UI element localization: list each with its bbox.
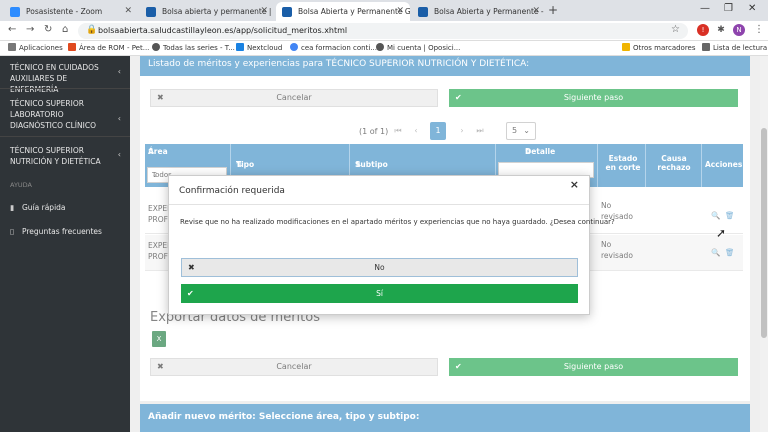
extension-icon[interactable]: ! <box>697 24 709 36</box>
back-icon[interactable]: ← <box>8 24 16 35</box>
bookmark-label: Área de ROM - Pet... <box>79 44 150 52</box>
browser-tab-bar: Posasistente - Zoom ✕ Bolsa abierta y pe… <box>0 0 768 21</box>
window-close-icon[interactable]: ✕ <box>748 3 756 14</box>
url-field[interactable]: 🔒 bolsaabierta.saludcastillayleon.es/app… <box>78 23 688 39</box>
folder-icon <box>68 43 76 51</box>
divider <box>0 136 130 137</box>
bookmark-label: Mi cuenta | Oposici... <box>387 44 461 52</box>
lock-icon: 🔒 <box>86 25 98 35</box>
divider <box>0 88 130 89</box>
menu-icon[interactable]: ⋮ <box>754 24 764 35</box>
site-icon <box>146 7 156 17</box>
tab-label: Bolsa Abierta y Permanente Ges <box>298 7 410 16</box>
button-label: No <box>374 263 385 272</box>
chevron-left-icon: ‹ <box>117 114 121 123</box>
tab-label: Posasistente - Zoom <box>26 7 103 16</box>
tab-bolsa-pro[interactable]: Bolsa abierta y permanente | Pro ✕ <box>140 2 274 21</box>
apps-grid-icon <box>8 43 16 51</box>
yes-button[interactable]: ✔ Sí <box>181 284 578 303</box>
tab-bolsa-alta[interactable]: Bolsa Abierta y Permanente - Alt ✕ <box>412 2 546 21</box>
sidebar-section-title: AYUDA <box>10 181 33 189</box>
sidebar-item-guia[interactable]: ▮ Guía rápida <box>10 202 125 213</box>
google-icon <box>290 43 298 51</box>
bookmark-rom[interactable]: Área de ROM - Pet... <box>68 43 149 52</box>
scrollbar[interactable] <box>760 56 768 432</box>
sidebar-item-label: Preguntas frecuentes <box>22 227 102 236</box>
dialog-title: Confirmación requerida <box>179 186 285 196</box>
close-icon[interactable]: ✕ <box>532 6 540 16</box>
close-icon[interactable]: ✕ <box>124 6 132 16</box>
site-icon <box>418 7 428 17</box>
avatar[interactable]: N <box>733 24 745 36</box>
bookmark-apps[interactable]: Aplicaciones <box>8 43 63 52</box>
bookmark-star-icon[interactable]: ☆ <box>671 24 680 35</box>
url-text: bolsaabierta.saludcastillayleon.es/app/s… <box>98 26 348 35</box>
tab-label: Bolsa abierta y permanente | Pro <box>162 7 274 16</box>
new-tab-button[interactable]: + <box>548 3 558 17</box>
no-button[interactable]: ✖ No <box>181 258 578 277</box>
cloud-icon <box>236 43 244 51</box>
forward-icon[interactable]: → <box>26 24 34 35</box>
globe-icon <box>152 43 160 51</box>
sidebar-item-nutricion[interactable]: TÉCNICO SUPERIOR NUTRICIÓN Y DIETÉTICA ‹ <box>10 145 125 167</box>
maximize-icon[interactable]: ❐ <box>724 3 733 14</box>
close-icon[interactable]: ✕ <box>396 6 404 16</box>
folder-icon <box>622 43 630 51</box>
reload-icon[interactable]: ↻ <box>44 24 52 35</box>
bookmark-cea[interactable]: cea formacion conti... <box>290 43 377 52</box>
sidebar-item-tcae[interactable]: TÉCNICO EN CUIDADOS AUXILIARES DE ENFERM… <box>10 62 125 95</box>
divider <box>169 204 589 205</box>
bookmark-label: Todas las series - T... <box>163 44 235 52</box>
bookmark-series[interactable]: Todas las series - T... <box>152 43 235 52</box>
book-icon: ▮ <box>10 203 15 212</box>
sidebar-item-label: Guía rápida <box>22 203 66 212</box>
sidebar-item-label: TÉCNICO SUPERIOR LABORATORIO DIAGNÓSTICO… <box>10 99 96 130</box>
sidebar-item-laboratorio[interactable]: TÉCNICO SUPERIOR LABORATORIO DIAGNÓSTICO… <box>10 98 125 131</box>
bookmark-label: cea formacion conti... <box>301 44 377 52</box>
tab-label: Bolsa Abierta y Permanente - Alt <box>434 7 546 16</box>
bookmark-oposiciones[interactable]: Mi cuenta | Oposici... <box>376 43 460 52</box>
dialog-message: Revise que no ha realizado modificacione… <box>180 218 615 226</box>
reading-list[interactable]: Lista de lectura <box>702 43 767 52</box>
minimize-icon[interactable]: — <box>700 3 710 14</box>
mouse-cursor-icon: ➚ <box>716 226 727 240</box>
sidebar-item-label: TÉCNICO EN CUIDADOS AUXILIARES DE ENFERM… <box>10 63 99 94</box>
home-icon[interactable]: ⌂ <box>62 24 68 35</box>
document-icon: ▯ <box>10 227 15 236</box>
bookmark-label: Aplicaciones <box>19 44 63 52</box>
chevron-left-icon: ‹ <box>117 67 121 76</box>
puzzle-icon[interactable]: ✱ <box>715 24 727 36</box>
button-label: Sí <box>376 289 383 298</box>
site-icon <box>282 7 292 17</box>
tab-zoom[interactable]: Posasistente - Zoom ✕ <box>4 2 138 21</box>
bookmark-label: Otros marcadores <box>633 44 696 52</box>
sidebar: TÉCNICO EN CUIDADOS AUXILIARES DE ENFERM… <box>0 56 130 432</box>
chevron-left-icon: ‹ <box>117 150 121 159</box>
bookmark-nextcloud[interactable]: Nextcloud <box>236 43 282 52</box>
bookmarks-bar: Aplicaciones Área de ROM - Pet... Todas … <box>0 41 768 56</box>
reading-list-icon <box>702 43 710 51</box>
bookmark-label: Lista de lectura <box>713 44 768 52</box>
zoom-icon <box>10 7 20 17</box>
close-icon: ✖ <box>188 263 195 272</box>
check-icon: ✔ <box>187 289 194 298</box>
close-icon[interactable]: ✕ <box>260 6 268 16</box>
bookmark-other[interactable]: Otros marcadores <box>622 43 696 52</box>
address-bar: ← → ↻ ⌂ 🔒 bolsaabierta.saludcastillayleo… <box>0 21 768 41</box>
scrollbar-thumb[interactable] <box>761 128 767 338</box>
bookmark-label: Nextcloud <box>247 44 283 52</box>
sidebar-item-label: TÉCNICO SUPERIOR NUTRICIÓN Y DIETÉTICA <box>10 146 101 166</box>
confirmation-dialog: Confirmación requerida × Revise que no h… <box>168 175 615 315</box>
globe-icon <box>376 43 384 51</box>
close-icon[interactable]: × <box>570 178 579 191</box>
tab-bolsa-gestion[interactable]: Bolsa Abierta y Permanente Ges ✕ <box>276 2 410 21</box>
sidebar-item-faq[interactable]: ▯ Preguntas frecuentes <box>10 226 125 237</box>
